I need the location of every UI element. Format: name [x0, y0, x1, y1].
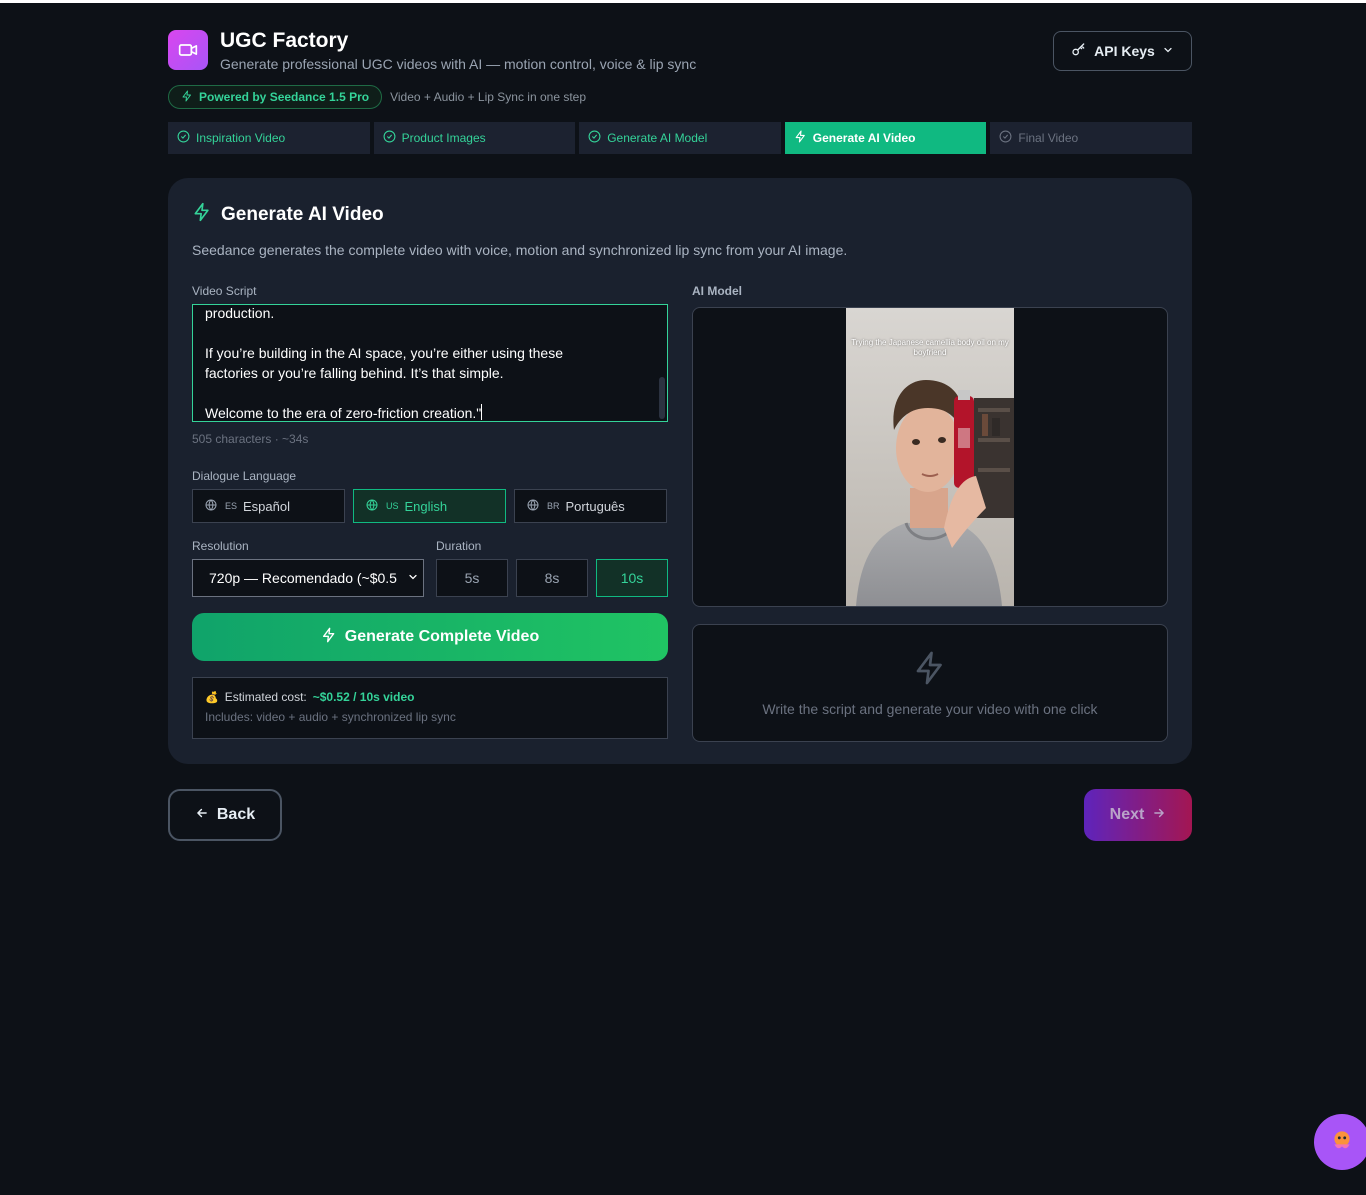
check-circle-icon	[588, 130, 601, 146]
language-name: English	[404, 498, 448, 514]
generate-button-label: Generate Complete Video	[344, 628, 540, 645]
step-final-video[interactable]: Final Video	[990, 122, 1192, 154]
language-code: ES	[225, 501, 238, 511]
app-subtitle: Generate professional UGC videos with AI…	[220, 56, 697, 72]
card-title: Generate AI Video	[192, 202, 1168, 228]
step-inspiration-video[interactable]: Inspiration Video	[168, 122, 370, 154]
check-circle-icon	[177, 130, 190, 146]
card-columns: Video Script production. If you’re build…	[192, 284, 1168, 742]
script-scrollbar[interactable]	[659, 377, 665, 419]
language-name: Español	[243, 498, 290, 514]
globe-icon	[366, 499, 378, 514]
step-label: Generate AI Video	[812, 131, 916, 145]
next-button[interactable]: Next	[1084, 789, 1192, 841]
powered-row: Powered by Seedance 1.5 Pro Video + Audi…	[168, 85, 1192, 109]
money-bag-icon: 💰	[205, 691, 219, 704]
next-label: Next	[1109, 806, 1145, 823]
video-icon	[168, 30, 208, 70]
powered-note: Video + Audio + Lip Sync in one step	[390, 90, 587, 104]
cost-prefix: Estimated cost:	[224, 690, 307, 704]
step-generate-ai-model[interactable]: Generate AI Model	[579, 122, 781, 154]
brand: UGC Factory Generate professional UGC vi…	[168, 28, 696, 72]
check-circle-icon	[383, 130, 396, 146]
cost-includes: Includes: video + audio + synchronized l…	[205, 710, 456, 724]
bolt-icon	[321, 627, 337, 648]
chevron-down-icon	[407, 570, 419, 586]
script-meta: 505 characters · ~34s	[192, 432, 309, 446]
resolution-duration-row: Resolution 720p — Recomendado (~$0.5 Dur…	[192, 539, 668, 597]
assistant-fab[interactable]	[1314, 1114, 1366, 1170]
script-label: Video Script	[192, 284, 257, 298]
cost-value: ~$0.52 / 10s video	[312, 690, 415, 704]
duration-label: Duration	[436, 539, 482, 553]
card-title-text: Generate AI Video	[221, 204, 384, 225]
cost-line: 💰 Estimated cost: ~$0.52 / 10s video	[205, 690, 655, 704]
duration-option-8s[interactable]: 8s	[516, 559, 588, 597]
script-text: production. If you’re building in the AI…	[205, 305, 563, 421]
language-label: Dialogue Language	[192, 469, 297, 483]
app-container: UGC Factory Generate professional UGC vi…	[168, 28, 1192, 841]
navigation: Back Next	[168, 789, 1192, 841]
duration-option-5s[interactable]: 5s	[436, 559, 508, 597]
resolution-label: Resolution	[192, 539, 249, 553]
assistant-icon	[1329, 1127, 1355, 1158]
language-name: Português	[565, 498, 625, 514]
app-title: UGC Factory	[220, 29, 349, 52]
resolution-group: Resolution 720p — Recomendado (~$0.5	[192, 539, 424, 597]
duration-group: Duration 5s 8s 10s	[436, 539, 668, 597]
api-keys-label: API Keys	[1094, 43, 1155, 59]
step-product-images[interactable]: Product Images	[373, 122, 576, 154]
language-option-en[interactable]: US English	[353, 489, 506, 523]
check-circle-icon	[999, 130, 1012, 146]
step-label: Generate AI Model	[607, 131, 708, 145]
left-column: Video Script production. If you’re build…	[192, 284, 668, 742]
api-keys-button[interactable]: API Keys	[1053, 31, 1192, 71]
ai-model-preview: Trying the Japanese camellia body oil on…	[692, 307, 1168, 607]
script-textarea[interactable]: production. If you’re building in the AI…	[192, 304, 668, 422]
chevron-down-icon	[1162, 43, 1174, 59]
bolt-icon	[181, 90, 193, 105]
stepper: Inspiration Video Product Images Generat…	[168, 122, 1192, 154]
powered-label: Powered by Seedance 1.5 Pro	[199, 90, 370, 104]
step-generate-ai-video[interactable]: Generate AI Video	[784, 122, 987, 154]
right-column: AI Model Trying the Japanese camellia bo…	[692, 284, 1168, 742]
header: UGC Factory Generate professional UGC vi…	[168, 28, 1192, 72]
resolution-value: 720p — Recomendado (~$0.5	[209, 570, 397, 586]
duration-options: 5s 8s 10s	[436, 559, 668, 597]
duration-option-10s[interactable]: 10s	[596, 559, 668, 597]
bolt-icon	[192, 202, 212, 228]
ai-model-image: Trying the Japanese camellia body oil on…	[846, 308, 1014, 606]
language-option-pt[interactable]: BR Português	[514, 489, 667, 523]
back-button[interactable]: Back	[168, 789, 282, 841]
key-icon	[1071, 42, 1087, 61]
powered-badge: Powered by Seedance 1.5 Pro	[168, 85, 383, 109]
language-options: ES Español US English BR Português	[192, 489, 668, 523]
language-code: BR	[547, 501, 560, 511]
generate-video-card: Generate AI Video Seedance generates the…	[168, 178, 1192, 764]
text-cursor	[481, 404, 483, 420]
model-label: AI Model	[692, 284, 742, 298]
cost-estimate: 💰 Estimated cost: ~$0.52 / 10s video Inc…	[192, 677, 668, 739]
globe-icon	[205, 499, 217, 514]
placeholder-text: Write the script and generate your video…	[762, 700, 1098, 717]
step-label: Inspiration Video	[196, 131, 286, 145]
image-caption: Trying the Japanese camellia body oil on…	[851, 338, 1009, 357]
arrow-right-icon	[1152, 806, 1166, 825]
back-label: Back	[216, 806, 256, 823]
step-label: Final Video	[1018, 131, 1079, 145]
bolt-icon	[912, 650, 948, 691]
generate-complete-video-button[interactable]: Generate Complete Video	[192, 613, 668, 661]
bolt-icon	[794, 130, 807, 146]
globe-icon	[527, 499, 539, 514]
language-code: US	[386, 501, 399, 511]
step-label: Product Images	[401, 131, 486, 145]
language-option-es[interactable]: ES Español	[192, 489, 345, 523]
video-result-placeholder: Write the script and generate your video…	[692, 624, 1168, 742]
top-border	[0, 0, 1366, 3]
arrow-left-icon	[195, 806, 209, 825]
resolution-select[interactable]: 720p — Recomendado (~$0.5	[192, 559, 424, 597]
card-description: Seedance generates the complete video wi…	[192, 242, 848, 258]
